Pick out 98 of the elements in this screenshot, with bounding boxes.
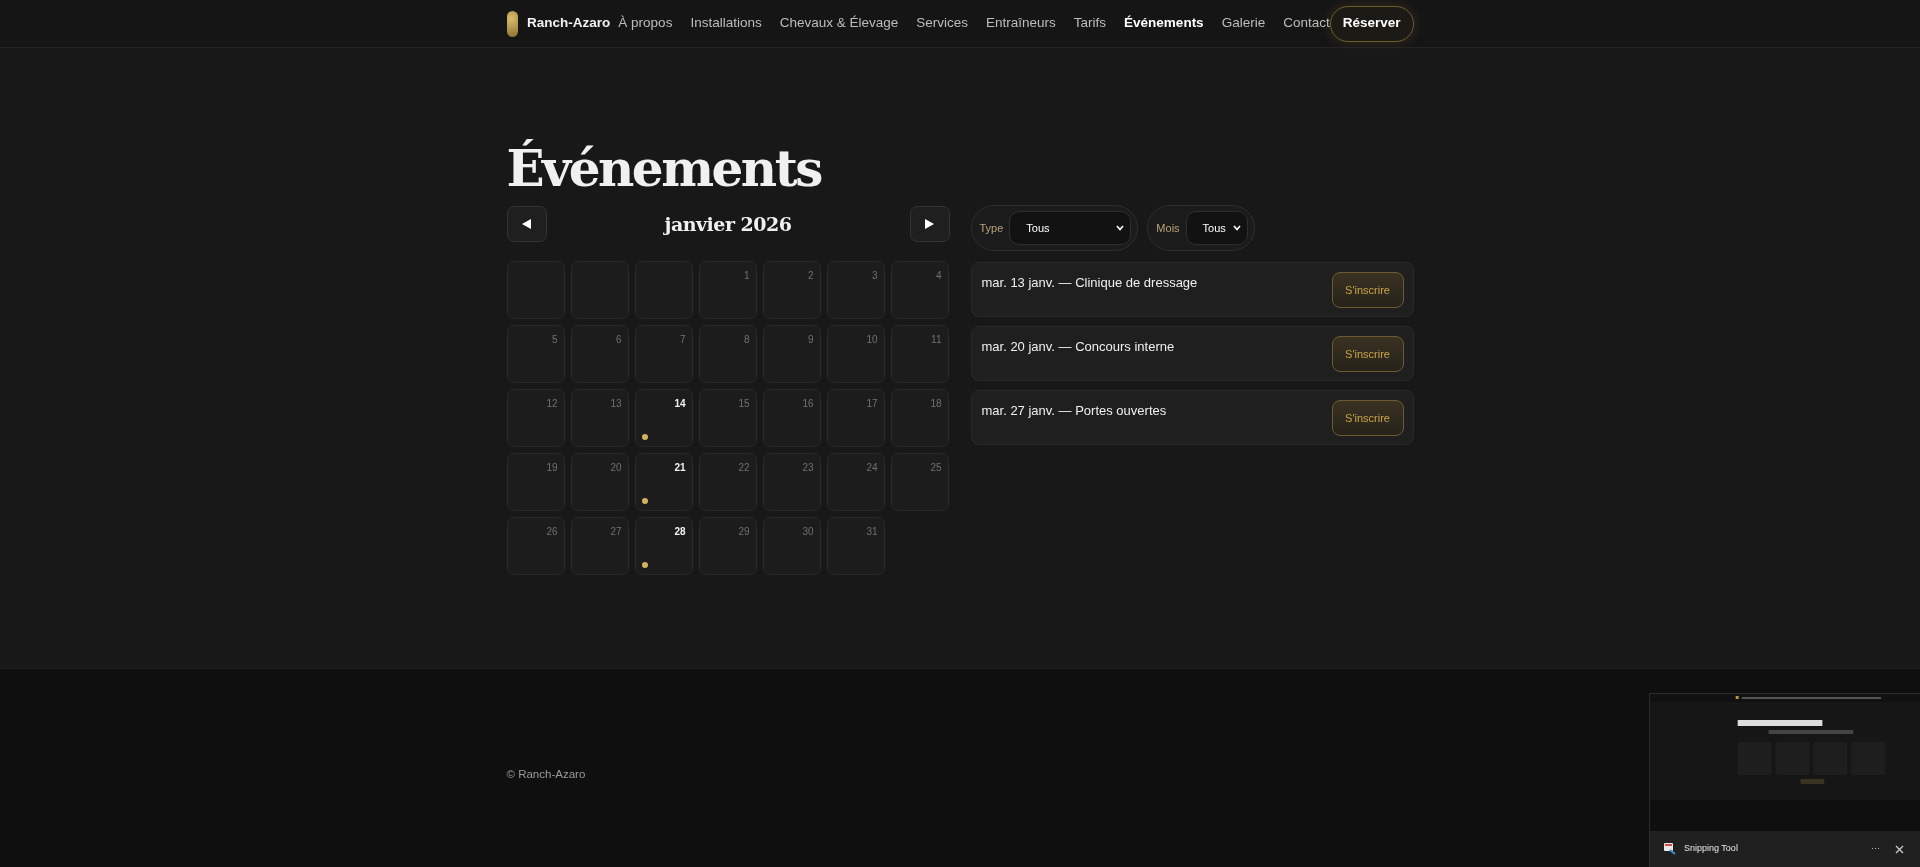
calendar-day[interactable]: 13	[570, 389, 629, 447]
calendar-day[interactable]: 9	[762, 325, 821, 383]
calendar-day[interactable]: 14	[634, 389, 693, 447]
day-number: 31	[866, 525, 878, 539]
event-title: mar. 27 janv. — Portes ouvertes	[981, 402, 1167, 420]
day-number: 16	[802, 397, 814, 411]
footer-copyright: © Ranch-Azaro	[506, 768, 586, 780]
calendar-day[interactable]: 6	[570, 325, 629, 383]
month-title: janvier 2026	[662, 211, 793, 237]
left-triangle-icon	[522, 219, 531, 229]
day-number: 28	[674, 525, 686, 539]
day-number: 4	[935, 269, 942, 283]
nav-link[interactable]: Services	[916, 13, 969, 34]
day-number: 7	[679, 333, 686, 347]
register-button[interactable]: S'inscrire	[1331, 272, 1404, 308]
calendar-day[interactable]: 16	[762, 389, 821, 447]
right-triangle-icon	[925, 219, 934, 229]
day-number: 27	[610, 525, 622, 539]
day-number: 29	[738, 525, 750, 539]
calendar-day[interactable]: 25	[890, 453, 949, 511]
day-number: 23	[802, 461, 814, 475]
nav-link[interactable]: Tarifs	[1073, 13, 1107, 34]
calendar-day[interactable]: 7	[634, 325, 693, 383]
nav-link[interactable]: Entraîneurs	[986, 13, 1056, 34]
page-title: Événements	[506, 138, 823, 200]
previous-month-button[interactable]	[506, 206, 547, 242]
day-number: 3	[871, 269, 878, 283]
nav-link[interactable]: Galerie	[1221, 13, 1266, 34]
filter-label: Type	[979, 220, 1004, 236]
day-number: 14	[674, 397, 686, 411]
nav-link[interactable]: Chevaux & Élevage	[779, 13, 899, 34]
day-number: 18	[930, 397, 942, 411]
calendar-day[interactable]: 3	[826, 261, 885, 319]
notification-title: Snipping Tool	[1684, 842, 1739, 856]
day-number: 6	[615, 333, 622, 347]
filter-select[interactable]: Tous	[1009, 211, 1132, 245]
day-number: 24	[866, 461, 878, 475]
filter-select[interactable]: Tous	[1185, 211, 1248, 245]
calendar-day[interactable]: 30	[762, 517, 821, 575]
more-button[interactable]: ···	[1867, 842, 1884, 856]
day-number: 2	[807, 269, 814, 283]
day-number: 10	[866, 333, 878, 347]
calendar-day[interactable]: 18	[890, 389, 949, 447]
day-number: 19	[546, 461, 558, 475]
day-number: 11	[931, 333, 942, 347]
calendar-day[interactable]: 31	[826, 517, 885, 575]
nav-link[interactable]: Événements	[1124, 13, 1204, 34]
snipping-tool-notification[interactable]: Snipping Tool ···	[1649, 693, 1920, 867]
day-number: 15	[738, 397, 750, 411]
register-button[interactable]: S'inscrire	[1331, 400, 1404, 436]
calendar-day[interactable]: 2	[762, 261, 821, 319]
calendar-day[interactable]: 23	[762, 453, 821, 511]
day-number: 20	[610, 461, 622, 475]
calendar-day[interactable]: 19	[506, 453, 565, 511]
day-number: 17	[866, 397, 878, 411]
day-number: 13	[610, 397, 622, 411]
chevron-down-icon	[1116, 225, 1125, 231]
next-month-button[interactable]	[909, 206, 950, 242]
day-number: 22	[738, 461, 750, 475]
day-number: 30	[802, 525, 814, 539]
reserve-button[interactable]: Réserver	[1329, 5, 1414, 42]
chevron-down-icon	[1232, 225, 1241, 231]
day-number: 9	[807, 333, 814, 347]
app-icon	[1664, 843, 1676, 855]
brand-name[interactable]: Ranch-Azaro	[527, 13, 611, 34]
calendar-day[interactable]: 28	[634, 517, 693, 575]
calendar-day[interactable]: 26	[506, 517, 565, 575]
day-number: 8	[743, 333, 750, 347]
event-title: mar. 20 janv. — Concours interne	[981, 338, 1175, 356]
day-number: 12	[546, 397, 558, 411]
day-number: 5	[551, 333, 558, 347]
calendar-day[interactable]: 12	[506, 389, 565, 447]
day-number: 1	[743, 269, 750, 283]
calendar-day[interactable]: 29	[698, 517, 757, 575]
calendar-day[interactable]: 22	[698, 453, 757, 511]
nav-link[interactable]: Contact	[1283, 13, 1330, 34]
logo-icon[interactable]	[506, 10, 519, 37]
calendar-day[interactable]: 20	[570, 453, 629, 511]
calendar-day[interactable]: 5	[506, 325, 565, 383]
event-title: mar. 13 janv. — Clinique de dressage	[981, 274, 1198, 292]
nav-link[interactable]: À propos	[618, 13, 673, 34]
day-number: 25	[930, 461, 942, 475]
register-button[interactable]: S'inscrire	[1331, 336, 1404, 372]
calendar-day[interactable]: 8	[698, 325, 757, 383]
filter-label: Mois	[1156, 220, 1180, 236]
calendar-day[interactable]: 15	[698, 389, 757, 447]
calendar-day[interactable]: 27	[570, 517, 629, 575]
calendar-day[interactable]: 1	[698, 261, 757, 319]
nav-link[interactable]: Installations	[690, 13, 762, 34]
day-number: 26	[546, 525, 558, 539]
close-icon	[1894, 844, 1904, 854]
calendar-day[interactable]: 24	[826, 453, 885, 511]
calendar-day[interactable]: 21	[634, 453, 693, 511]
calendar-day[interactable]: 10	[826, 325, 885, 383]
calendar-day[interactable]: 11	[890, 325, 949, 383]
calendar-day[interactable]: 4	[890, 261, 949, 319]
calendar-day[interactable]: 17	[826, 389, 885, 447]
day-number: 21	[674, 461, 686, 475]
